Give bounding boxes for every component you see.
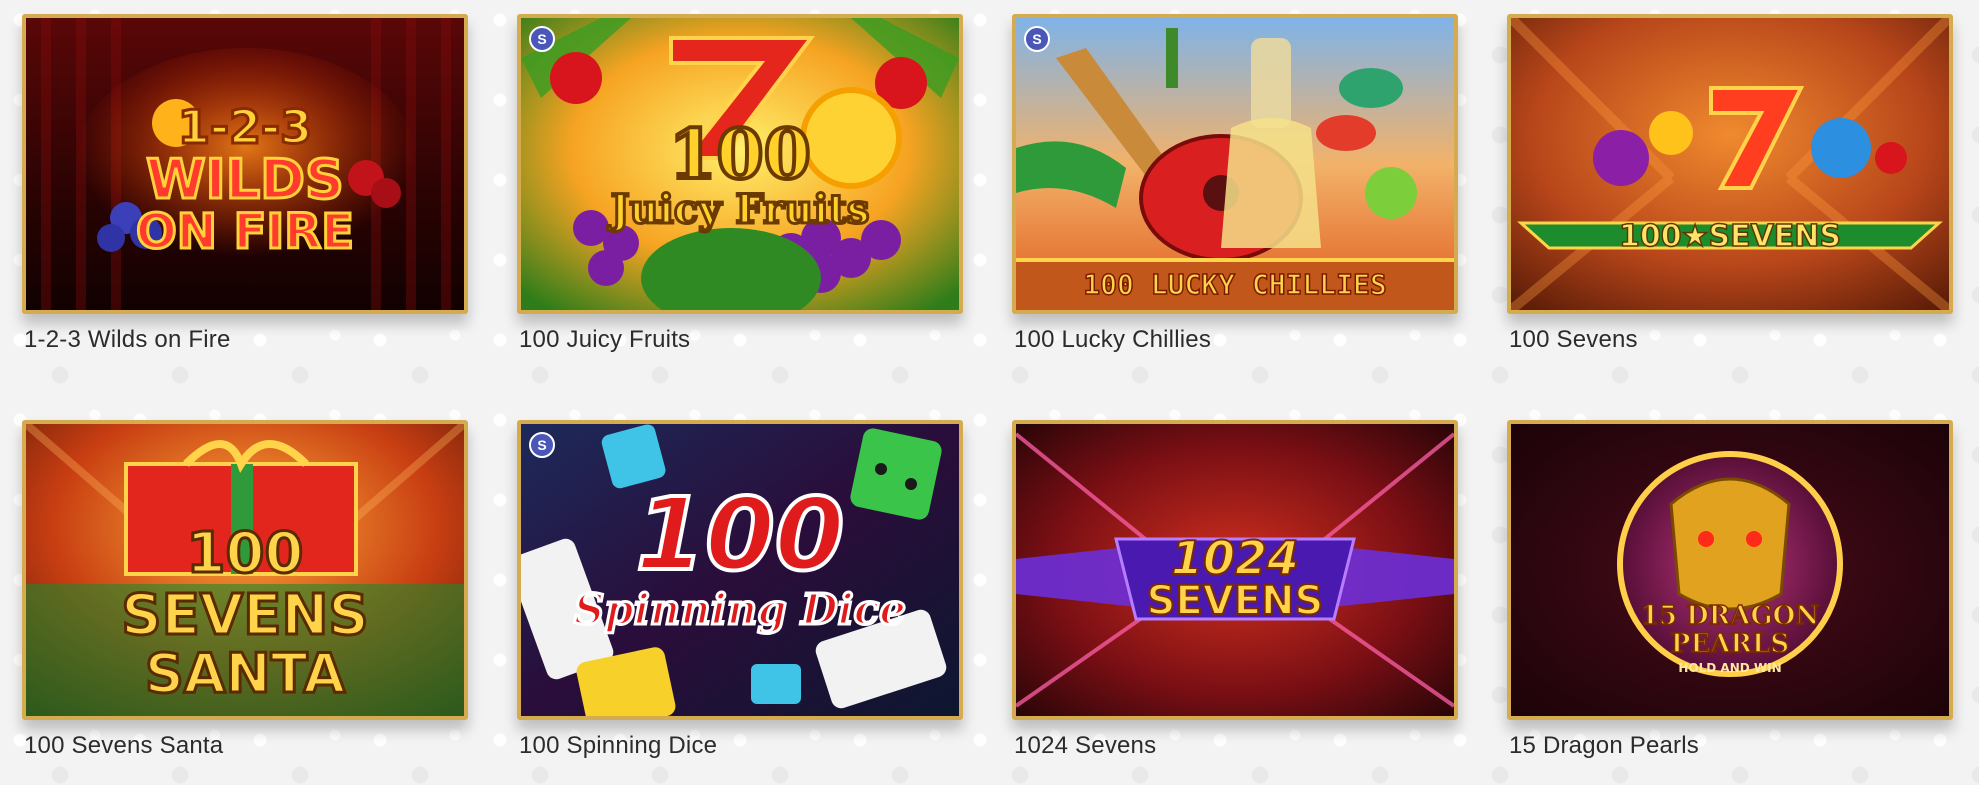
logo-line: Juicy Fruits [608, 186, 870, 233]
game-card[interactable]: 1024 SEVENS 1024 Sevens [1012, 420, 1458, 785]
game-art: 100★SEVENS [1511, 18, 1949, 310]
game-card[interactable]: S 100 Spinning Dice 100 Spinning Dice [517, 420, 963, 785]
game-art: 100 Spinning Dice [521, 424, 959, 716]
logo-line: 100 [669, 115, 811, 195]
logo-line: ON FIRE [136, 204, 354, 260]
provider-badge: S [529, 26, 555, 52]
game-card[interactable]: 100 SEVENS SANTA 100 Sevens Santa [22, 420, 468, 785]
game-card[interactable]: 15 DRAGON PEARLS HOLD AND WIN 15 Dragon … [1507, 420, 1953, 785]
game-thumbnail[interactable]: 100★SEVENS [1507, 14, 1953, 314]
logo-line: SANTA [145, 642, 346, 705]
game-art: 100 SEVENS SANTA [26, 424, 464, 716]
game-thumbnail[interactable]: 15 DRAGON PEARLS HOLD AND WIN [1507, 420, 1953, 720]
logo-line: SEVENS [1147, 578, 1324, 624]
logo-line: 100 [187, 521, 304, 586]
game-card[interactable]: S [517, 14, 963, 379]
game-thumbnail[interactable]: S [1012, 14, 1458, 314]
game-title[interactable]: 100 Lucky Chillies [1012, 326, 1458, 354]
game-title[interactable]: 100 Sevens [1507, 326, 1953, 354]
game-card[interactable]: 100★SEVENS 100 Sevens [1507, 14, 1953, 379]
logo-line: 1024 [1171, 531, 1299, 585]
game-art: 1-2-3 WILDS ON FIRE [26, 18, 464, 310]
game-thumbnail[interactable]: 1-2-3 WILDS ON FIRE [22, 14, 468, 314]
game-title[interactable]: 100 Spinning Dice [517, 732, 963, 760]
logo-line: 100★SEVENS [1619, 219, 1841, 254]
game-title[interactable]: 100 Sevens Santa [22, 732, 468, 760]
game-thumbnail[interactable]: 1024 SEVENS [1012, 420, 1458, 720]
logo-line: HOLD AND WIN [1678, 661, 1781, 675]
logo-line: Spinning Dice [574, 585, 906, 634]
game-title[interactable]: 100 Juicy Fruits [517, 326, 963, 354]
logo-line: 100 LUCKY CHILLIES [1083, 268, 1386, 301]
game-title[interactable]: 15 Dragon Pearls [1507, 732, 1953, 760]
provider-badge: S [529, 432, 555, 458]
game-art: 1024 SEVENS [1016, 424, 1454, 716]
game-thumbnail[interactable]: S [517, 14, 963, 314]
game-card[interactable]: S [1012, 14, 1458, 379]
game-thumbnail[interactable]: S 100 Spinning Dice [517, 420, 963, 720]
logo-line: SEVENS [121, 583, 368, 648]
game-card[interactable]: 1-2-3 WILDS ON FIRE 1-2-3 Wilds on Fire [22, 14, 468, 379]
game-title[interactable]: 1024 Sevens [1012, 732, 1458, 760]
game-art: 15 DRAGON PEARLS HOLD AND WIN [1511, 424, 1949, 716]
game-art: 100 LUCKY CHILLIES [1016, 18, 1454, 310]
game-thumbnail[interactable]: 100 SEVENS SANTA [22, 420, 468, 720]
logo-line: WILDS [146, 148, 344, 211]
logo-line: PEARLS [1671, 629, 1789, 659]
game-grid: 1-2-3 WILDS ON FIRE 1-2-3 Wilds on Fire … [22, 14, 1956, 785]
logo-line: 15 DRAGON [1641, 601, 1819, 631]
logo-line: 100 [636, 476, 845, 593]
game-art: 100 Juicy Fruits [521, 18, 959, 310]
logo-line: 1-2-3 [178, 100, 312, 154]
provider-badge: S [1024, 26, 1050, 52]
game-title[interactable]: 1-2-3 Wilds on Fire [22, 326, 468, 354]
